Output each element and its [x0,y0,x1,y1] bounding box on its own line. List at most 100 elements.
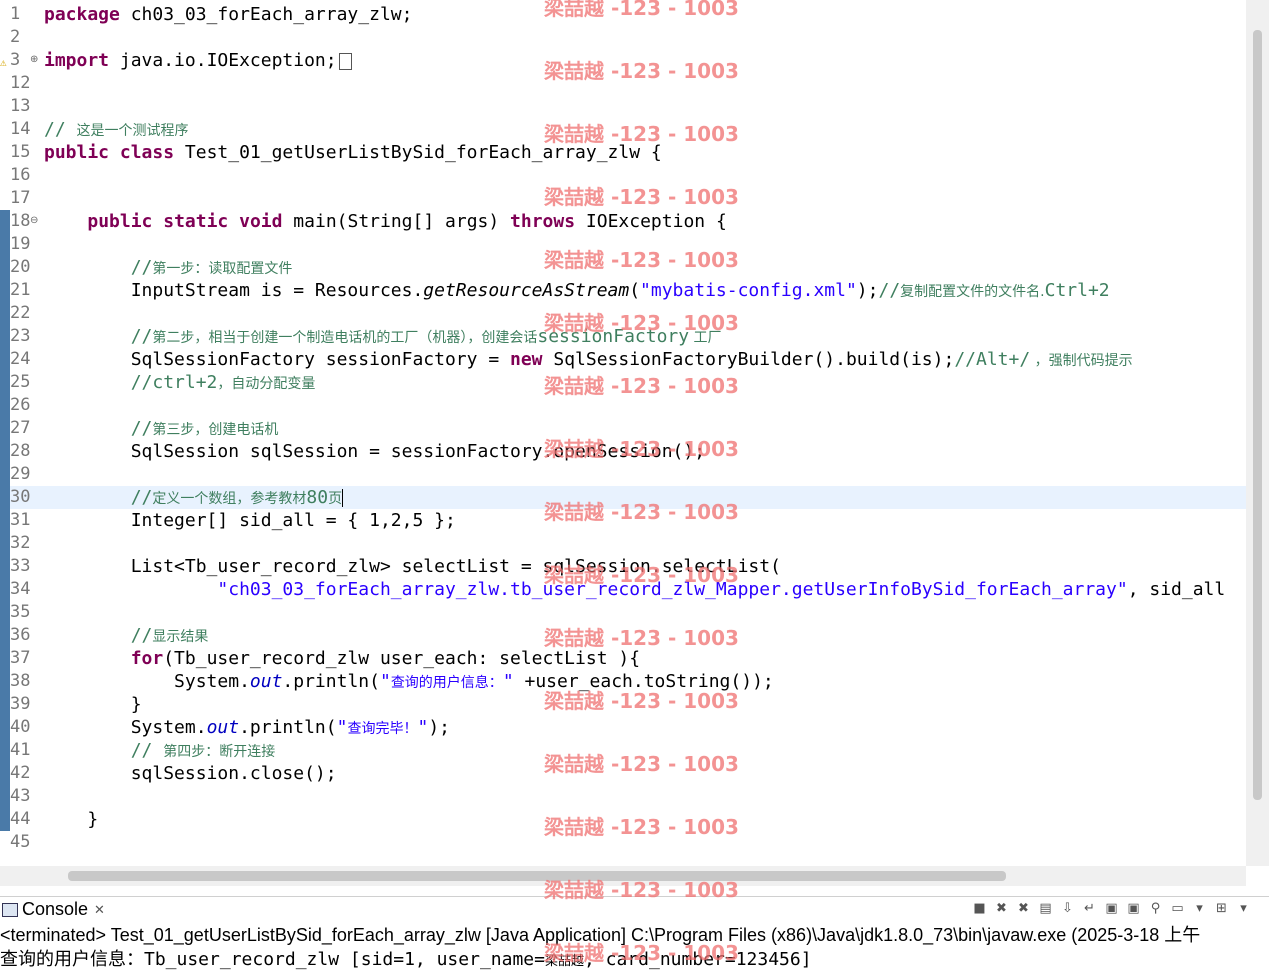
code-line-29[interactable]: 29 [0,463,1246,486]
code-token: 查询的用户信息： [390,675,503,691]
pin-console-icon[interactable]: ⚲ [1148,901,1163,916]
code-token: sqlSession.close(); [44,763,337,784]
code-line-22[interactable]: 22 [0,302,1246,325]
code-token: static [163,211,229,232]
code-line-35[interactable]: 35 [0,601,1246,624]
show-on-output-icon[interactable]: ▣ [1104,901,1119,916]
view-menu-icon[interactable]: ▾ [1236,901,1251,916]
code-line-39[interactable]: 39 } [0,693,1246,716]
code-line-33[interactable]: 33 List<Tb_user_record_zlw> selectList =… [0,555,1246,578]
code-line-38[interactable]: 38 System.out.println("查询的用户信息：" +user_e… [0,670,1246,693]
open-console-icon[interactable]: ⊞ [1214,901,1229,916]
gutter-change-marker [0,210,10,831]
remove-launch-icon[interactable]: ✖ [994,901,1009,916]
remove-all-icon[interactable]: ✖ [1016,901,1031,916]
code-line-26[interactable]: 26 [0,394,1246,417]
warning-icon[interactable]: ⚠ [0,56,7,69]
line-number: 34 [10,579,31,599]
code-text: System.out.println("查询完毕！"); [44,716,450,741]
code-line-43[interactable]: 43 [0,785,1246,808]
code-token: // [44,418,153,439]
code-line-34[interactable]: 34 "ch03_03_forEach_array_zlw.tb_user_re… [0,578,1246,601]
collapse-fold-icon[interactable]: ⊖ [30,215,38,226]
scroll-lock-icon[interactable]: ⇩ [1060,901,1075,916]
code-text: for(Tb_user_record_zlw user_each: select… [44,647,640,670]
code-line-3[interactable]: 3 ⊕ import java.io.IOException; [0,49,1246,72]
code-line-16[interactable]: 16 [0,164,1246,187]
menu-arrow-icon[interactable]: ▾ [1192,901,1207,916]
line-number: 45 [10,832,31,852]
line-number: 32 [10,533,31,553]
code-text: //第三步，创建电话机 [44,417,279,442]
code-token: void [239,211,283,232]
show-on-error-icon[interactable]: ▣ [1126,901,1141,916]
code-line-14[interactable]: 14 // 这是一个测试程序 [0,118,1246,141]
console-tab-label: Console [22,899,89,919]
code-text: //第二步，相当于创建一个制造电话机的工厂（机器），创建会话sessionFac… [44,325,722,350]
code-line-42[interactable]: 42 sqlSession.close(); [0,762,1246,785]
code-line-19[interactable]: 19 [0,233,1246,256]
code-token: Integer[] sid_all = { 1,2,5 }; [44,510,456,531]
code-token: ( [629,280,641,301]
code-text: } [44,808,98,831]
code-line-27[interactable]: 27 //第三步，创建电话机 [0,417,1246,440]
code-line-28[interactable]: 28 SqlSession sqlSession = sessionFactor… [0,440,1246,463]
code-token: } [44,694,142,715]
text-caret [342,489,344,507]
code-line-44[interactable]: 44 } [0,808,1246,831]
code-line-25[interactable]: 25 //ctrl+2，自动分配变量 [0,371,1246,394]
editor-vertical-scrollbar[interactable] [1246,0,1269,866]
code-line-12[interactable]: 12 [0,72,1246,95]
code-text: SqlSession sqlSession = sessionFactory.o… [44,440,705,463]
code-line-1[interactable]: 1 package ch03_03_forEach_array_zlw; [0,3,1246,26]
expand-fold-icon[interactable]: ⊕ [30,54,38,65]
line-number: 30 [10,487,31,507]
code-token: java.io.IOException; [109,50,337,71]
display-console-icon[interactable]: ▭ [1170,901,1185,916]
code-line-21[interactable]: 21 InputStream is = Resources.getResourc… [0,279,1246,302]
code-line-20[interactable]: 20 //第一步：读取配置文件 [0,256,1246,279]
code-line-45[interactable]: 45 [0,831,1246,854]
word-wrap-icon[interactable]: ↵ [1082,901,1097,916]
code-line-18[interactable]: 18 ⊖ public static void main(String[] arg… [0,210,1246,233]
tab-console[interactable]: Console ✕ [0,897,105,922]
code-line-2[interactable]: 2 [0,26,1246,49]
console-toolbar: ■ ✖ ✖ ▤ ⇩ ↵ ▣ ▣ ⚲ ▭ ▾ ⊞ ▾ [972,901,1251,916]
code-token: // [44,625,153,646]
stop-icon[interactable]: ■ [972,901,987,916]
code-token: 工厂 [689,330,722,346]
line-number: 13 [10,96,31,116]
code-line-23[interactable]: 23 //第二步，相当于创建一个制造电话机的工厂（机器），创建会话session… [0,325,1246,348]
code-line-13[interactable]: 13 [0,95,1246,118]
line-number: 43 [10,786,31,806]
line-number: 41 [10,740,31,760]
line-number: 36 [10,625,31,645]
folded-imports-box[interactable] [338,52,352,70]
code-token: 80 [306,487,329,508]
close-icon[interactable]: ✕ [94,902,105,918]
code-token: System. [44,717,207,738]
code-line-36[interactable]: 36 //显示结果 [0,624,1246,647]
code-line-17[interactable]: 17 [0,187,1246,210]
code-token: " [417,717,429,738]
code-editor[interactable]: 1 package ch03_03_forEach_array_zlw; 2 3 ⊕ im… [0,0,1269,866]
code-line-41[interactable]: 41 // 第四步：断开连接 [0,739,1246,762]
vertical-scroll-thumb[interactable] [1253,30,1262,800]
code-token: SqlSession sqlSession = sessionFactory.o… [44,441,706,462]
code-line-24[interactable]: 24 SqlSessionFactory sessionFactory = ne… [0,348,1246,371]
code-token: 复制配置文件的文件名. [900,284,1045,300]
line-number: 21 [10,280,31,300]
code-line-40[interactable]: 40 System.out.println("查询完毕！"); [0,716,1246,739]
clear-console-icon[interactable]: ▤ [1038,901,1053,916]
code-line-37[interactable]: 37 for(Tb_user_record_zlw user_each: sel… [0,647,1246,670]
editor-horizontal-scrollbar[interactable] [0,866,1246,886]
output-name: 梁喆越 [544,954,584,969]
code-line-30[interactable]: 30 //定义一个数组，参考教材80页 [0,486,1246,509]
code-line-15[interactable]: 15 public class Test_01_getUserListBySid_… [0,141,1246,164]
code-line-31[interactable]: 31 Integer[] sid_all = { 1,2,5 }; [0,509,1246,532]
horizontal-scroll-thumb[interactable] [68,871,1006,881]
code-token: ，自动分配变量 [217,376,316,392]
code-line-32[interactable]: 32 [0,532,1246,555]
console-output[interactable]: <terminated> Test_01_getUserListBySid_fo… [0,921,1269,980]
